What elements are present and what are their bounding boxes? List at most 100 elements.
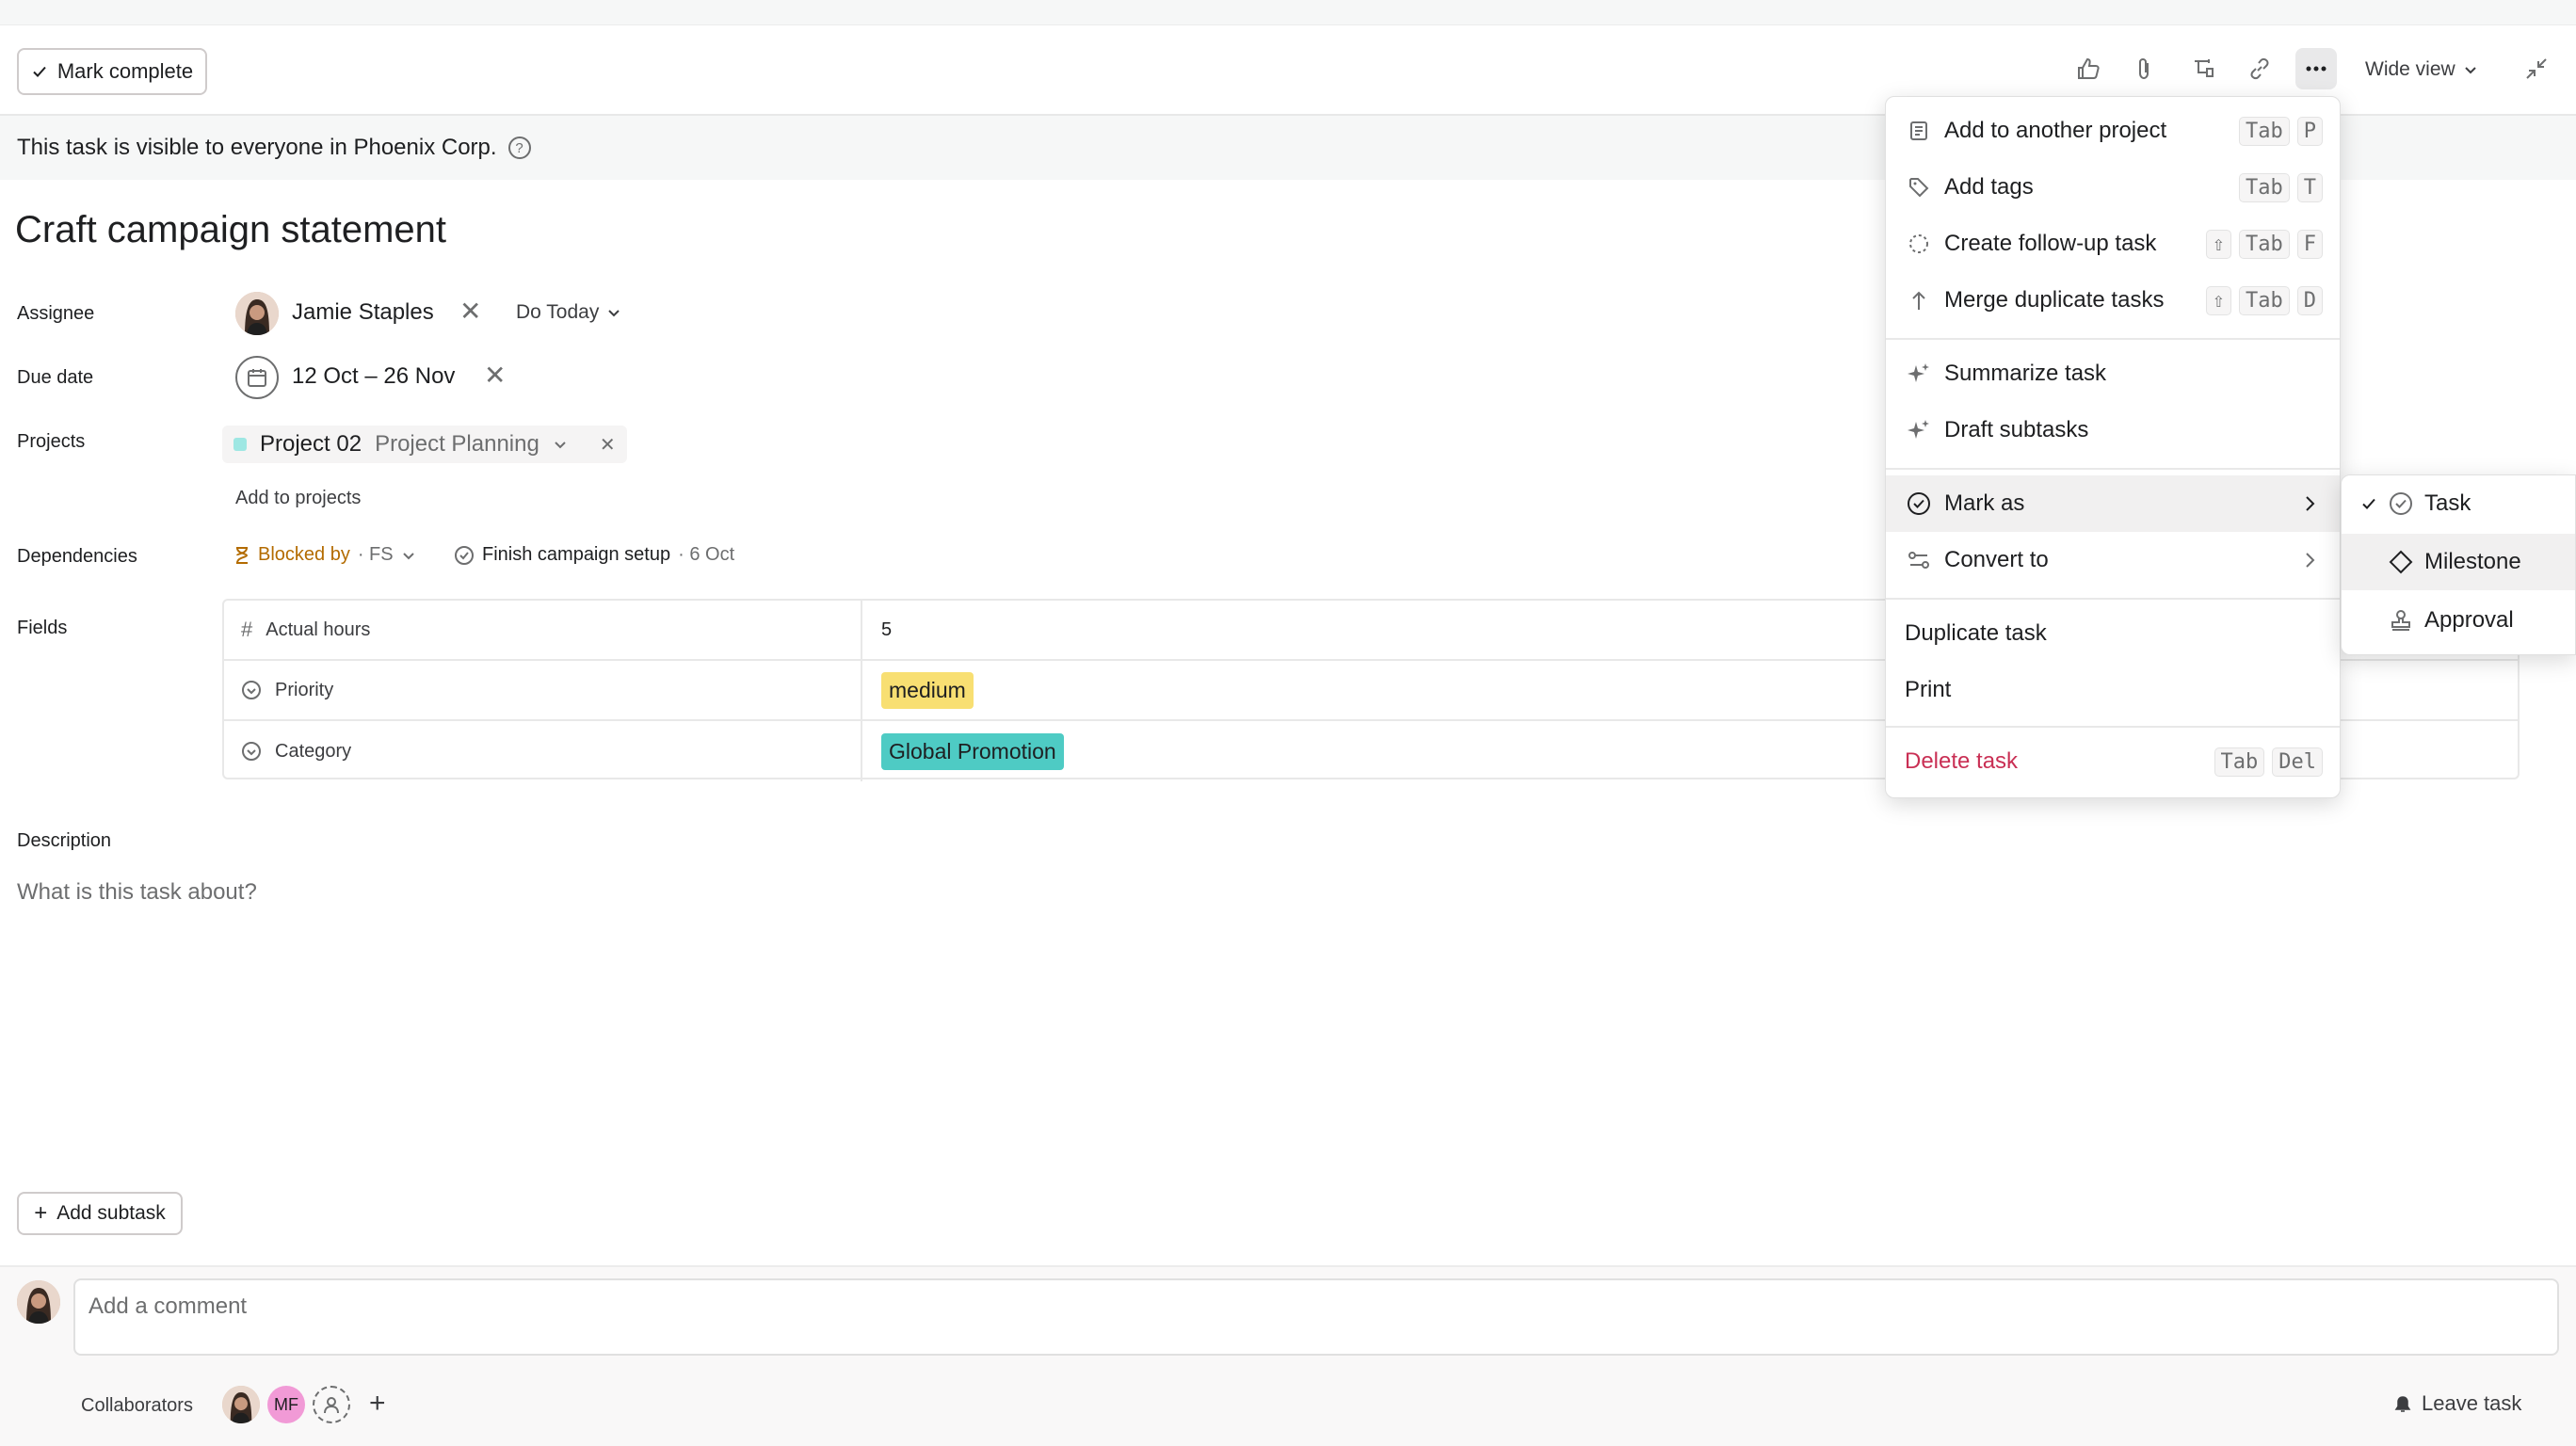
due-date-value[interactable]: 12 Oct – 26 Nov: [292, 363, 455, 390]
menu-item-add-to-another-project[interactable]: Add to another project Tab P: [1886, 103, 2340, 159]
remove-project-icon[interactable]: ✕: [600, 433, 616, 457]
sparkle-icon: [1905, 416, 1933, 444]
check-icon: [31, 63, 48, 80]
approval-stamp-icon: [2389, 608, 2413, 633]
menu-item-draft-subtasks[interactable]: Draft subtasks: [1886, 402, 2340, 458]
collapse-icon[interactable]: [2516, 48, 2557, 89]
submenu-item-milestone[interactable]: Milestone: [2342, 534, 2575, 590]
menu-divider: [1886, 726, 2340, 728]
projects-label: Projects: [17, 431, 86, 452]
priority-tag[interactable]: medium: [881, 671, 974, 709]
check-circle-icon: [2389, 491, 2413, 516]
merge-icon: [1905, 286, 1933, 314]
collaborator-avatar[interactable]: [222, 1386, 260, 1423]
shortcut-key: D: [2296, 285, 2323, 315]
convert-icon: [1905, 546, 1933, 574]
calendar-icon[interactable]: [235, 356, 279, 399]
menu-item-label: Summarize task: [1944, 361, 2107, 386]
menu-item-label: Duplicate task: [1905, 620, 2047, 646]
field-value[interactable]: 5: [881, 619, 892, 641]
menu-item-label: Delete task: [1905, 748, 2019, 774]
menu-item-duplicate-task[interactable]: Duplicate task: [1886, 605, 2340, 662]
milestone-diamond-icon: [2389, 550, 2413, 574]
task-title[interactable]: Craft campaign statement: [15, 209, 446, 251]
mark-complete-button[interactable]: Mark complete: [17, 48, 207, 95]
menu-item-mark-as[interactable]: Mark as: [1886, 475, 2340, 532]
menu-divider: [1886, 468, 2340, 470]
shortcut-key: ⇧: [2205, 285, 2231, 315]
chevron-down-icon: [2463, 62, 2478, 77]
more-actions-menu: Add to another project Tab P Add tags Tab…: [1885, 96, 2341, 798]
like-icon[interactable]: [2068, 48, 2109, 89]
attachment-icon[interactable]: [2124, 48, 2165, 89]
submenu-item-task[interactable]: Task: [2342, 475, 2575, 532]
menu-item-label: Add to another project: [1944, 118, 2167, 143]
project-section[interactable]: Project Planning: [375, 431, 539, 458]
chevron-down-icon: [401, 548, 416, 563]
add-subtask-button[interactable]: + Add subtask: [17, 1192, 183, 1235]
collaborator-avatar[interactable]: MF: [267, 1386, 305, 1423]
dependency-date: · 6 Oct: [678, 544, 735, 565]
plus-icon[interactable]: +: [369, 1388, 386, 1420]
project-name[interactable]: Project 02: [260, 431, 362, 458]
project-list-icon: [1905, 117, 1933, 145]
menu-item-print[interactable]: Print: [1886, 662, 2340, 718]
submenu-item-label: Task: [2424, 490, 2471, 516]
avatar: [17, 1280, 60, 1324]
more-options-icon[interactable]: [2295, 48, 2337, 89]
comment-input[interactable]: Add a comment: [73, 1278, 2559, 1356]
menu-item-create-follow-up-task[interactable]: Create follow-up task ⇧ Tab F: [1886, 216, 2340, 272]
dependency-task-link[interactable]: Finish campaign setup · 6 Oct: [454, 544, 734, 566]
assignee-when-label: Do Today: [516, 301, 600, 323]
subtask-icon[interactable]: [2182, 48, 2224, 89]
remove-assignee-icon[interactable]: ✕: [459, 296, 481, 327]
shortcut-key: Tab: [2239, 172, 2290, 202]
leave-task-button[interactable]: Leave task: [2391, 1391, 2521, 1416]
menu-item-delete-task[interactable]: Delete task Tab Del: [1886, 733, 2340, 790]
dependency-task-name: Finish campaign setup: [482, 544, 671, 565]
dropdown-field-icon: [241, 680, 262, 700]
menu-item-merge-duplicate-tasks[interactable]: Merge duplicate tasks ⇧ Tab D: [1886, 272, 2340, 329]
chevron-right-icon: [2302, 551, 2317, 570]
field-name: Actual hours: [266, 619, 371, 640]
menu-item-add-tags[interactable]: Add tags Tab T: [1886, 159, 2340, 216]
clear-due-date-icon[interactable]: ✕: [484, 360, 506, 391]
field-name: Priority: [275, 679, 334, 700]
follow-up-icon: [1905, 230, 1933, 258]
bell-icon: [2391, 1392, 2414, 1415]
blocked-by-label: Blocked by: [258, 544, 350, 565]
category-tag[interactable]: Global Promotion: [881, 732, 1064, 770]
tag-icon: [1905, 173, 1933, 201]
top-strip: [0, 0, 2576, 25]
submenu-item-label: Approval: [2424, 607, 2514, 633]
description-label: Description: [17, 830, 112, 851]
add-subtask-label: Add subtask: [56, 1202, 166, 1224]
dependencies-label: Dependencies: [17, 546, 137, 567]
shortcut-key: Tab: [2214, 747, 2265, 777]
avatar: [235, 292, 279, 335]
menu-divider: [1886, 598, 2340, 600]
wide-view-toggle[interactable]: Wide view: [2365, 51, 2478, 88]
link-icon[interactable]: [2239, 48, 2280, 89]
chevron-right-icon: [2302, 494, 2317, 513]
shortcut-key: F: [2296, 229, 2323, 259]
wide-view-label: Wide view: [2365, 58, 2455, 80]
submenu-item-approval[interactable]: Approval: [2342, 592, 2575, 649]
blocked-by-dropdown[interactable]: Blocked by · FS: [233, 544, 416, 566]
add-to-projects-link[interactable]: Add to projects: [235, 488, 361, 509]
menu-item-convert-to[interactable]: Convert to: [1886, 532, 2340, 588]
add-collaborator-icon[interactable]: [313, 1386, 350, 1423]
sparkle-icon: [1905, 360, 1933, 388]
chevron-down-icon[interactable]: [553, 437, 568, 452]
assignee-due-dropdown[interactable]: Do Today: [516, 301, 621, 324]
menu-item-label: Create follow-up task: [1944, 231, 2157, 256]
assignee-name[interactable]: Jamie Staples: [292, 299, 434, 326]
shortcut-key: ⇧: [2205, 229, 2231, 259]
visibility-text: This task is visible to everyone in Phoe…: [17, 135, 497, 160]
shortcut-key: T: [2296, 172, 2323, 202]
fields-label: Fields: [17, 618, 68, 638]
help-icon[interactable]: ?: [507, 137, 531, 159]
project-chip[interactable]: Project 02 Project Planning ✕: [222, 426, 627, 463]
description-input[interactable]: What is this task about?: [17, 879, 257, 906]
menu-item-summarize-task[interactable]: Summarize task: [1886, 345, 2340, 402]
